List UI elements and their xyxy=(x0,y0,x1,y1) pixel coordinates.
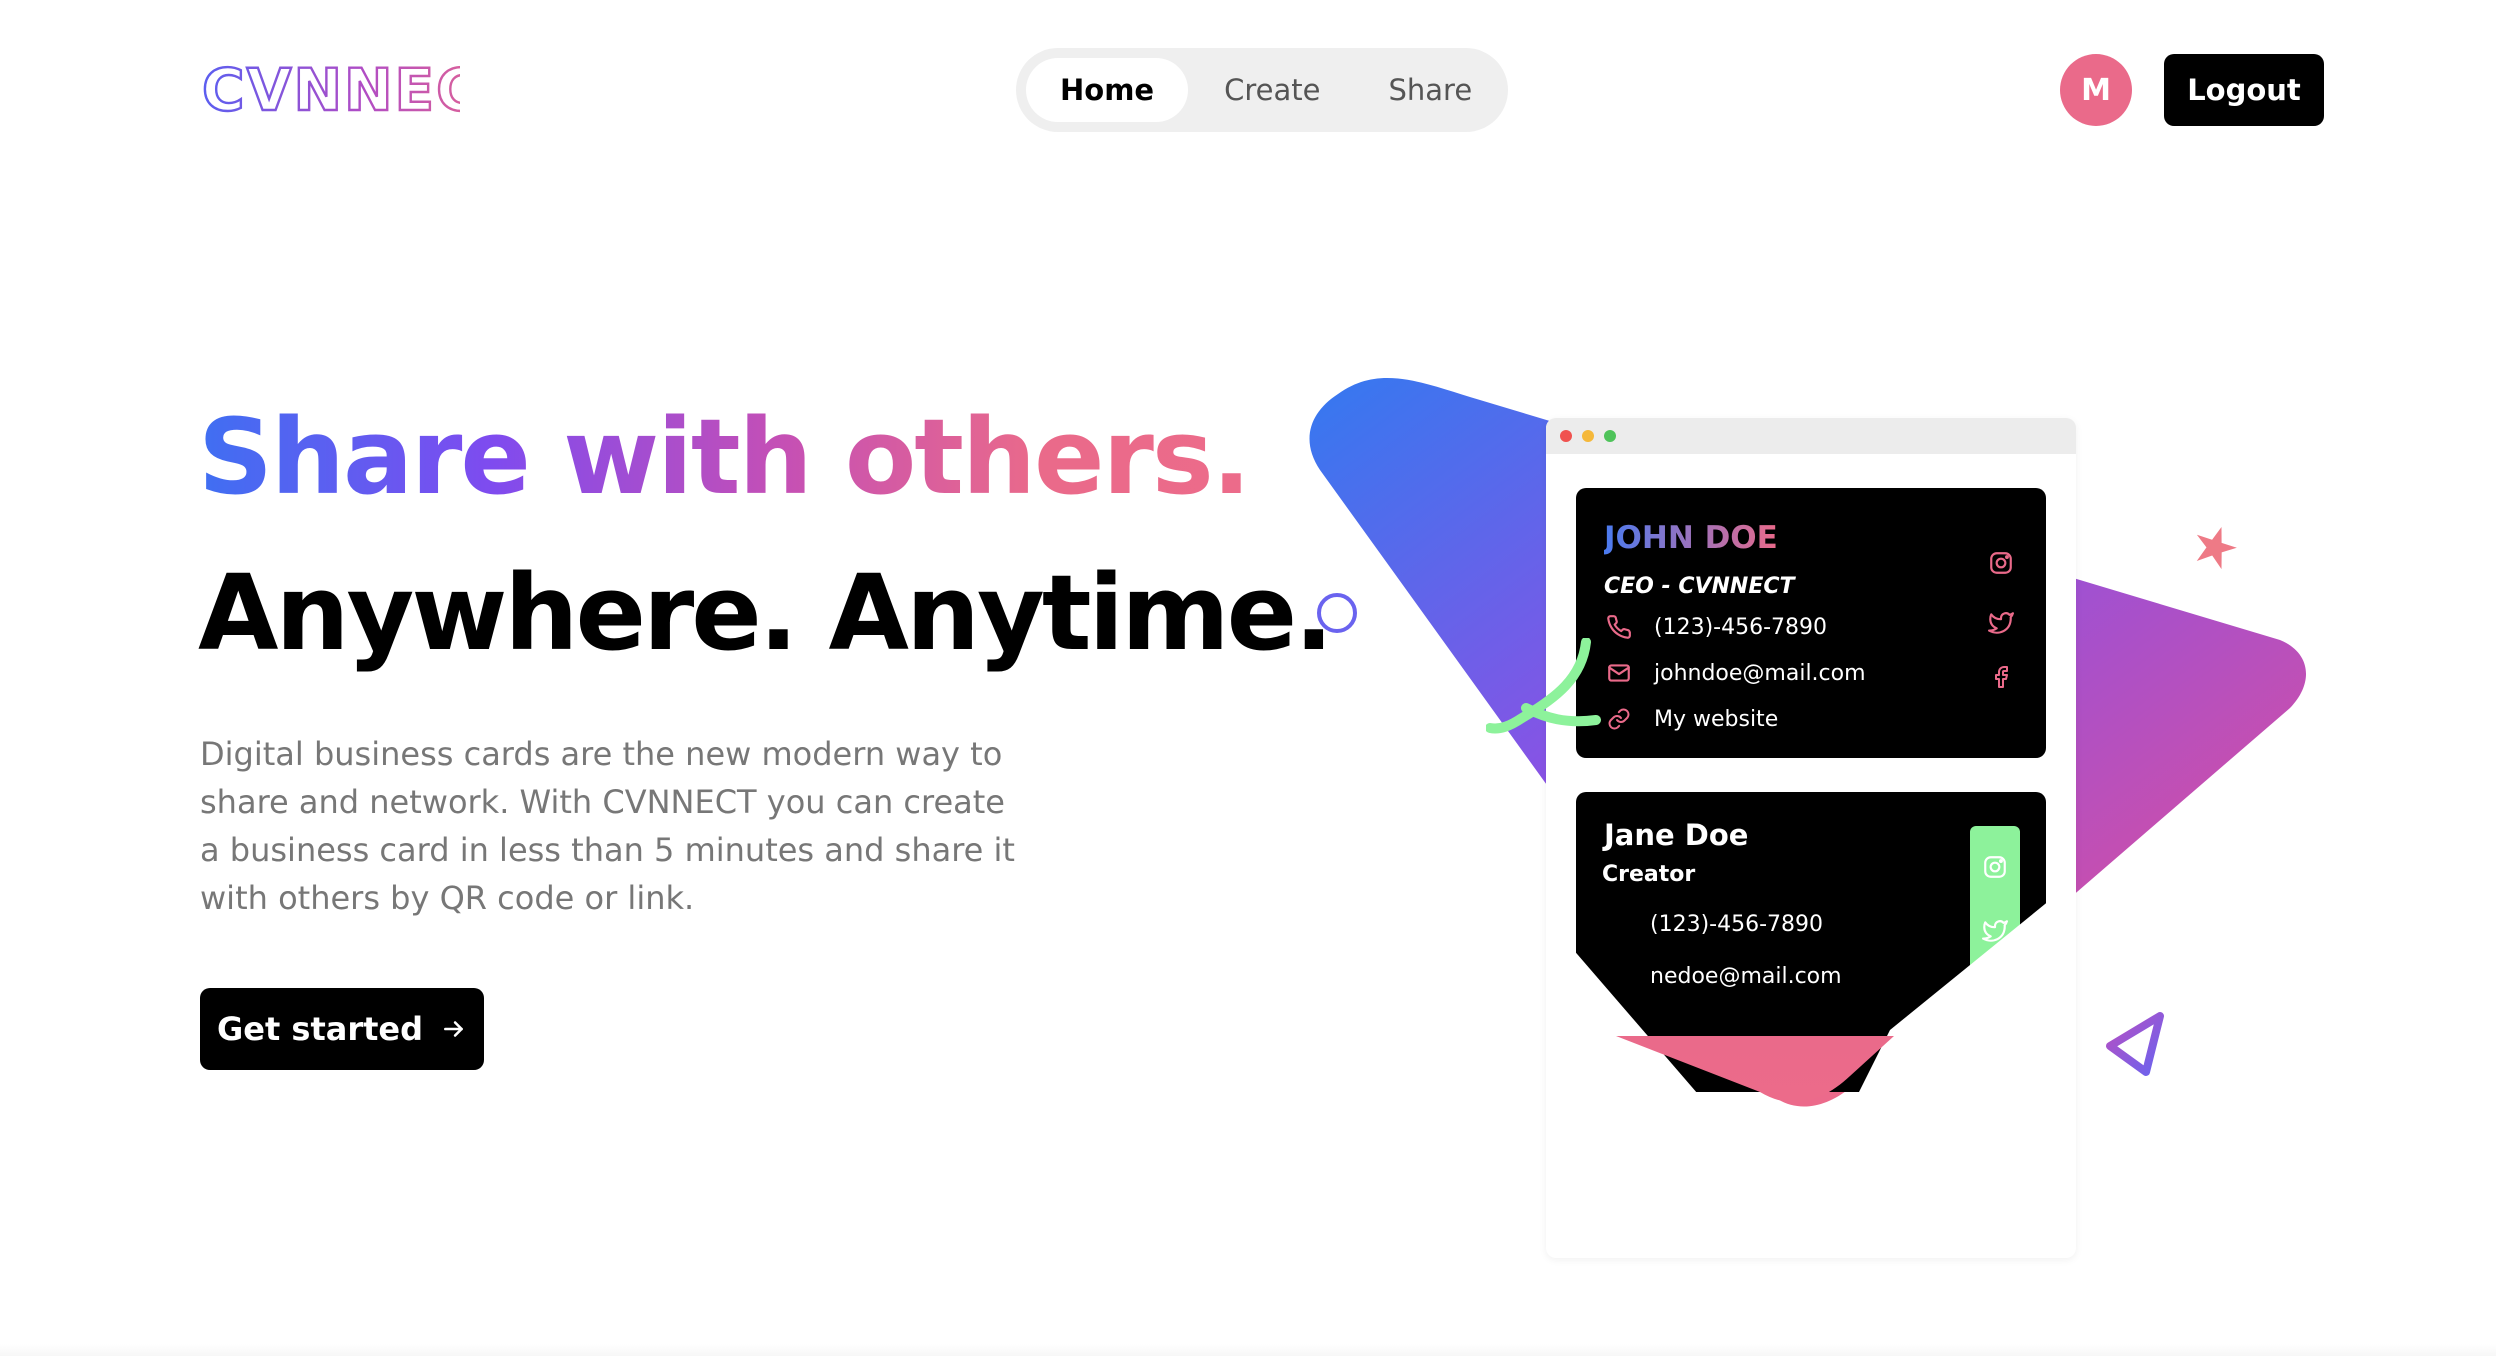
user-avatar[interactable]: M xyxy=(2060,54,2132,126)
social-strip xyxy=(1970,826,2020,1092)
card-email: nedoe@mail.com xyxy=(1650,964,1842,989)
get-started-button[interactable]: Get started xyxy=(200,988,484,1070)
facebook-icon xyxy=(1986,662,2016,692)
cvnnect-logo[interactable]: CVNNECT xyxy=(200,60,460,120)
section-divider xyxy=(0,1344,2496,1356)
business-card-jane: Jane Doe Creator (123)-456-7890 nedoe@ma… xyxy=(1576,792,2046,1092)
card-phone: (123)-456-7890 xyxy=(1650,912,1824,937)
nav-home[interactable]: Home xyxy=(1026,58,1189,122)
get-started-label: Get started xyxy=(216,1010,424,1048)
card-email: johndoe@mail.com xyxy=(1654,660,1866,686)
logout-button[interactable]: Logout xyxy=(2164,54,2324,126)
hero-description: Digital business cards are the new moder… xyxy=(200,735,1015,917)
twitter-icon xyxy=(1986,608,2016,638)
main-nav: Home Create Share xyxy=(1016,48,1508,132)
hero-headline-gradient: Share with others. xyxy=(198,396,1251,518)
card-website-row: My website xyxy=(1604,704,1778,734)
business-card-john: JOHN DOE CEO - CVNNECT (123)-456-7890 jo… xyxy=(1576,488,2046,758)
green-swoosh-shape xyxy=(1486,638,1601,734)
card-phone: (123)-456-7890 xyxy=(1654,614,1828,640)
card-phone-row: (123)-456-7890 xyxy=(1604,612,1827,642)
card-role: Creator xyxy=(1602,862,1696,887)
nav-share[interactable]: Share xyxy=(1356,58,1504,122)
nav-create[interactable]: Create xyxy=(1192,58,1352,122)
hero-illustration: JOHN DOE CEO - CVNNECT (123)-456-7890 jo… xyxy=(1290,370,2330,1258)
card-name: Jane Doe xyxy=(1604,818,1749,852)
hero-headline-gradient-text: Share with others. xyxy=(198,396,1251,518)
logo-text: CVNNECT xyxy=(202,60,460,120)
arrow-right-icon xyxy=(441,1016,467,1042)
card-email-row: johndoe@mail.com xyxy=(1604,658,1866,688)
close-dot-icon xyxy=(1560,430,1572,442)
mail-icon xyxy=(1604,658,1634,688)
card-name: JOHN DOE xyxy=(1604,520,1778,556)
instagram-icon xyxy=(1986,548,2016,578)
hero-headline: Anywhere. Anytime. xyxy=(198,552,1334,674)
circle-outline-decoration xyxy=(1317,593,1357,633)
twitter-icon xyxy=(1980,916,2010,946)
instagram-icon xyxy=(1980,852,2010,882)
minimize-dot-icon xyxy=(1582,430,1594,442)
link-icon xyxy=(1604,704,1634,734)
triangle-outline-decoration xyxy=(2106,1012,2164,1076)
card-role: CEO - CVNNECT xyxy=(1604,574,1795,599)
browser-title-bar xyxy=(1546,418,2076,454)
phone-icon xyxy=(1604,612,1634,642)
star-decoration xyxy=(2196,527,2237,570)
maximize-dot-icon xyxy=(1604,430,1616,442)
card-website: My website xyxy=(1654,706,1779,732)
